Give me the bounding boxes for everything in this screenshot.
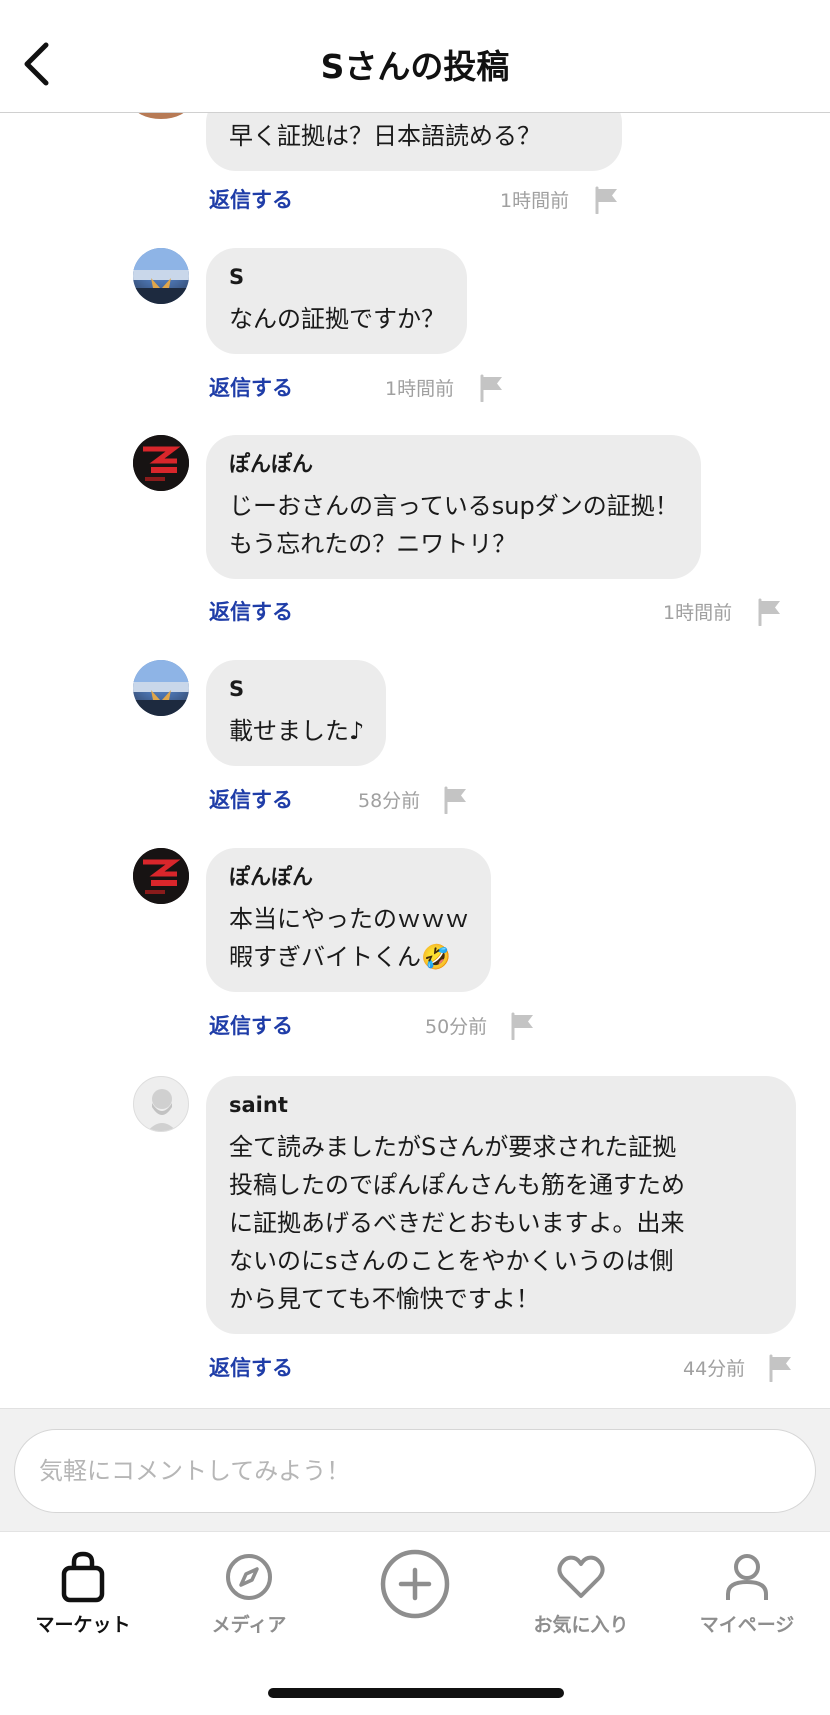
flag-icon[interactable] — [757, 598, 783, 626]
reply-button[interactable]: 返信する — [209, 597, 293, 627]
person-icon — [726, 1554, 768, 1600]
heart-icon — [557, 1555, 605, 1598]
comment-time: 58分前 — [358, 790, 421, 812]
nav-label: メディア — [211, 1614, 287, 1636]
avatar[interactable] — [133, 113, 189, 119]
comment-input[interactable] — [14, 1429, 816, 1513]
comment-username[interactable]: S — [229, 262, 445, 292]
comment-username[interactable]: saint — [229, 1090, 774, 1120]
avatar[interactable] — [133, 848, 189, 904]
comment-time: 44分前 — [683, 1358, 746, 1380]
default-avatar-icon — [147, 1089, 177, 1131]
reply-button[interactable]: 返信する — [209, 785, 293, 815]
flag-icon[interactable] — [510, 1012, 536, 1040]
home-indicator — [268, 1688, 564, 1698]
compass-icon — [226, 1554, 272, 1600]
comment-list[interactable]: 早く証拠は？日本語読める？ 返信する 1時間前 S なんの証拠ですか？ 返信する… — [0, 113, 830, 1408]
scrolled-content-edge — [0, 1517, 830, 1532]
comment-bubble: 早く証拠は？日本語読める？ — [206, 113, 622, 171]
comment-time: 1時間前 — [385, 378, 455, 400]
nav-post-button[interactable] — [332, 1548, 498, 1626]
nav-market[interactable]: マーケット — [0, 1550, 166, 1637]
avatar[interactable] — [133, 435, 189, 491]
avatar[interactable] — [133, 1076, 189, 1132]
comment-text: 載せました♪ — [229, 717, 365, 745]
avatar-photo — [133, 848, 189, 904]
avatar-photo — [133, 248, 189, 304]
comment-time: 1時間前 — [663, 602, 733, 624]
comment-text: 早く証拠は？日本語読める？ — [229, 122, 541, 150]
nav-label: マーケット — [35, 1614, 131, 1636]
reply-button[interactable]: 返信する — [209, 1011, 293, 1041]
reply-button[interactable]: 返信する — [209, 1353, 293, 1383]
comment-bubble: S なんの証拠ですか？ — [206, 248, 467, 354]
comment-username[interactable]: S — [229, 674, 364, 704]
avatar[interactable] — [133, 660, 189, 716]
flag-icon[interactable] — [768, 1354, 794, 1382]
reply-button[interactable]: 返信する — [209, 185, 293, 215]
nav-label: お気に入り — [533, 1614, 629, 1636]
comment-text: なんの証拠ですか？ — [229, 305, 445, 333]
comment-text: 全て読みましたがSさんが要求された証拠 投稿したのでぽんぽんさんも筋を通すため … — [229, 1133, 685, 1313]
comment-text: 本当にやったのｗｗｗ 暇すぎバイトくん🤣 — [229, 905, 469, 971]
comment-bubble: ぽんぽん じーおさんの言っているsupダンの証拠！ もう忘れたの？ニワトリ？ — [206, 435, 701, 579]
comment-username[interactable]: ぽんぽん — [229, 862, 469, 892]
page-title: Sさんの投稿 — [320, 47, 510, 86]
plus-circle-icon — [380, 1549, 450, 1619]
top-bar: Sさんの投稿 — [0, 0, 830, 113]
avatar-photo — [133, 660, 189, 716]
comment-bubble: S 載せました♪ — [206, 660, 387, 766]
nav-media[interactable]: メディア — [166, 1550, 332, 1637]
comment-username[interactable]: ぽんぽん — [229, 449, 679, 479]
flag-icon[interactable] — [443, 786, 469, 814]
avatar-photo — [133, 435, 189, 491]
comment-time: 1時間前 — [500, 190, 570, 212]
comment-time: 50分前 — [425, 1016, 488, 1038]
flag-icon[interactable] — [479, 374, 505, 402]
reply-button[interactable]: 返信する — [209, 373, 293, 403]
comment-compose-bar — [0, 1408, 830, 1531]
nav-label: マイページ — [699, 1614, 795, 1636]
comment-text: じーおさんの言っているsupダンの証拠！ もう忘れたの？ニワトリ？ — [229, 492, 679, 558]
nav-mypage[interactable]: マイページ — [664, 1550, 830, 1637]
comment-bubble: saint 全て読みましたがSさんが要求された証拠 投稿したのでぽんぽんさんも筋… — [206, 1076, 796, 1334]
flag-icon[interactable] — [594, 186, 620, 214]
bag-icon — [61, 1551, 105, 1603]
avatar[interactable] — [133, 248, 189, 304]
nav-favorites[interactable]: お気に入り — [498, 1550, 664, 1637]
comment-bubble: ぽんぽん 本当にやったのｗｗｗ 暇すぎバイトくん🤣 — [206, 848, 491, 992]
